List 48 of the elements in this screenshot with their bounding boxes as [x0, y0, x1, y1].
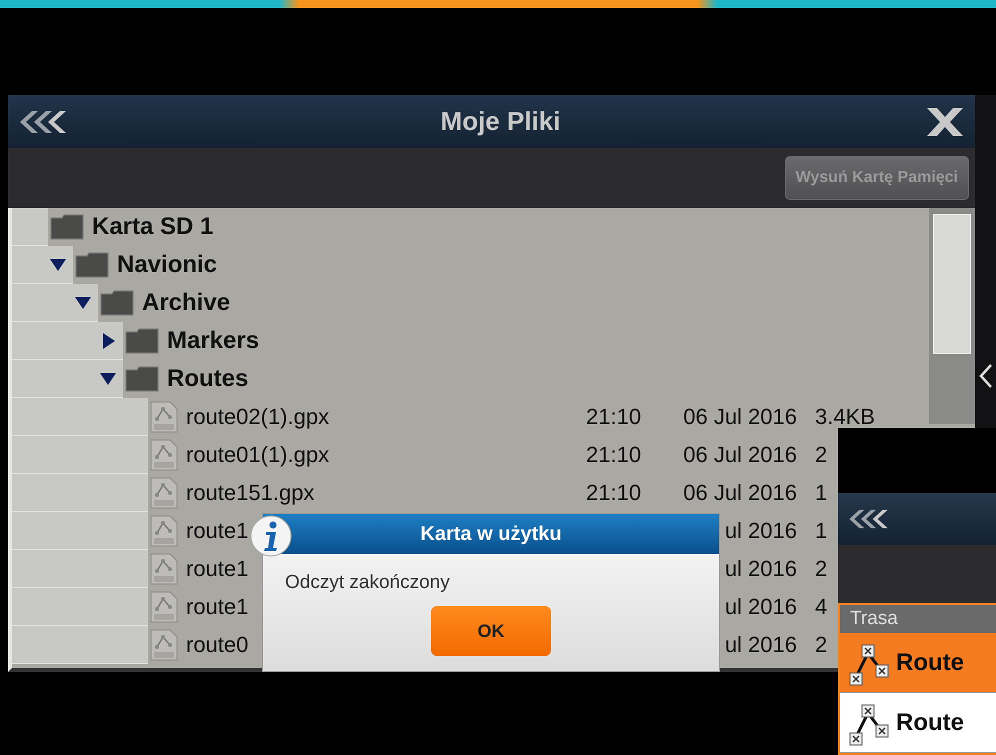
folder-icon	[50, 214, 84, 240]
gpx-file-icon	[150, 439, 178, 471]
file-name[interactable]: route151.gpx	[186, 480, 586, 506]
file-size: 2	[815, 442, 828, 468]
folder-name[interactable]: Archive	[142, 289, 230, 317]
folder-name[interactable]: Navionic	[117, 251, 218, 279]
folder-name[interactable]: Routes	[167, 365, 248, 393]
file-date: ul 2016	[724, 556, 797, 582]
list-header: Trasa	[840, 605, 996, 633]
dialog-message: Odczyt zakończony	[285, 572, 450, 594]
file-time: 21:10	[586, 442, 642, 468]
route-list-item[interactable]: Route	[840, 633, 996, 693]
file-date: 06 Jul 2016	[682, 404, 797, 430]
close-icon[interactable]	[924, 106, 965, 138]
folder-name[interactable]: Markers	[167, 327, 260, 355]
chevron-left-icon[interactable]	[978, 363, 992, 389]
folder-icon	[125, 328, 159, 354]
folder-name[interactable]: Karta SD 1	[92, 213, 214, 241]
file-date: ul 2016	[724, 518, 797, 544]
folder-icon	[125, 366, 159, 392]
gpx-file-icon	[150, 477, 178, 509]
file-time: 21:10	[586, 480, 642, 506]
file-size: 1	[815, 518, 828, 544]
file-date: ul 2016	[724, 594, 797, 620]
file-date: 06 Jul 2016	[682, 442, 797, 468]
gpx-file-icon	[150, 401, 178, 433]
info-icon	[249, 514, 293, 558]
file-name[interactable]: route01(1).gpx	[186, 442, 586, 468]
file-size: 4	[815, 594, 828, 620]
gpx-file-icon	[150, 629, 178, 661]
folder-icon	[75, 252, 109, 278]
gpx-file-icon	[150, 515, 178, 547]
file-date: 06 Jul 2016	[682, 480, 797, 506]
file-size: 2	[815, 556, 828, 582]
scrollbar-track[interactable]	[929, 208, 975, 424]
gpx-file-icon	[150, 591, 178, 623]
file-name[interactable]: route02(1).gpx	[186, 404, 586, 430]
folder-icon	[100, 290, 134, 316]
file-size: 3.4KB	[815, 404, 875, 430]
ok-button[interactable]: OK	[431, 606, 551, 656]
file-size: 2	[815, 632, 828, 658]
dialog-title: Karta w użytku	[420, 522, 562, 546]
file-time: 21:10	[586, 404, 642, 430]
file-date: ul 2016	[724, 632, 797, 658]
scrollbar-thumb[interactable]	[933, 214, 971, 354]
window-title: Moje Pliki	[440, 106, 560, 137]
file-size: 1	[815, 480, 828, 506]
gpx-file-icon	[150, 553, 178, 585]
